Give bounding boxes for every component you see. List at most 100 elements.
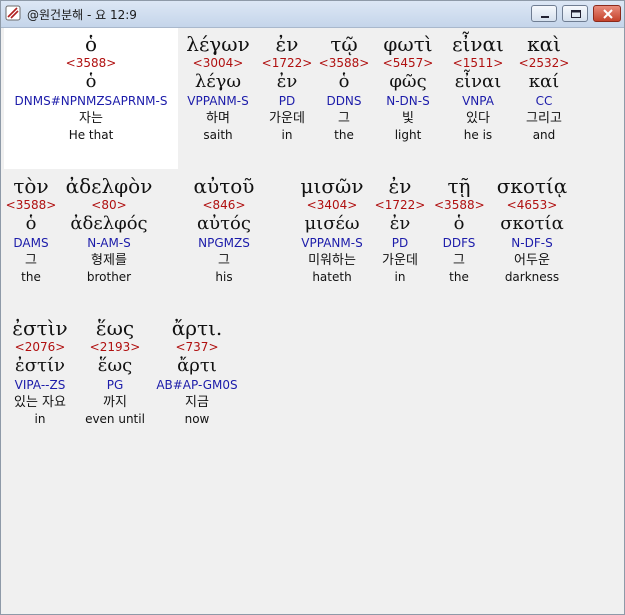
greek-word: τῷ [330, 32, 358, 56]
strong-number: <846> [202, 198, 246, 212]
strong-number: <1722> [261, 56, 313, 70]
app-icon [5, 5, 21, 21]
greek-word: ὁ [84, 32, 98, 56]
lemma: ἀδελφός [70, 213, 148, 234]
english-gloss: now [184, 412, 210, 426]
word-cell[interactable]: ἐν <1722> ἐν PD 가운데 in [258, 32, 316, 143]
word-cell[interactable]: τῇ <3588> ὁ DDFS 그 the [434, 174, 485, 285]
strong-number: <3004> [192, 56, 244, 70]
word-cell[interactable]: τὸν <3588> ὁ DAMS 그 the [4, 174, 58, 285]
greek-word: καὶ [527, 32, 561, 56]
lemma: εἶναι [454, 71, 502, 92]
korean-gloss: 있다 [466, 111, 490, 126]
korean-gloss: 미워하는 [308, 253, 356, 268]
korean-gloss: 가운데 [269, 111, 305, 126]
parsing-code: CC [535, 94, 553, 108]
greek-word: φωτὶ [383, 32, 433, 56]
minimize-button[interactable] [531, 5, 557, 22]
strong-number: <3588> [65, 56, 117, 70]
korean-gloss: 그 [25, 253, 37, 268]
parsing-code: N-AM-S [87, 236, 131, 250]
parsing-code: DNMS#NPNMZSAPRNM-S [14, 94, 168, 108]
lemma: σκοτία [500, 213, 564, 234]
greek-word: μισῶν [300, 174, 364, 198]
lemma: ὁ [85, 71, 97, 92]
strong-number: <2532> [518, 56, 570, 70]
window-title: @원건분해 - 요 12:9 [27, 8, 137, 22]
greek-word: τὸν [13, 174, 49, 198]
lemma: ὁ [25, 213, 37, 234]
word-cell[interactable]: λέγων <3004> λέγω VPPANM-S 하며 saith [179, 32, 257, 143]
strong-number: <3588> [5, 198, 57, 212]
greek-word: ἐστὶν [12, 316, 68, 340]
close-icon [603, 9, 613, 19]
maximize-button[interactable] [562, 5, 588, 22]
greek-word: ἄρτι. [171, 316, 223, 340]
interlinear-view[interactable]: ὁ <3588> ὁ DNMS#NPNMZSAPRNM-S 자는 He that… [2, 28, 623, 614]
korean-gloss: 하며 [206, 111, 230, 126]
lemma: μισέω [304, 213, 360, 234]
word-cell[interactable]: φωτὶ <5457> φῶς N-DN-S 빛 light [374, 32, 442, 143]
korean-gloss: 가운데 [382, 253, 418, 268]
parsing-code: PG [106, 378, 124, 392]
lemma: ἐστίν [15, 355, 65, 376]
title-bar[interactable]: @원건분해 - 요 12:9 [1, 1, 624, 28]
korean-gloss: 그 [218, 253, 230, 268]
word-cell[interactable]: αὐτοῦ <846> αὐτός NPGMZS 그 his [174, 174, 274, 285]
korean-gloss: 있는 자요 [14, 395, 66, 410]
lemma: ἐν [389, 213, 411, 234]
parsing-code: DAMS [13, 236, 49, 250]
word-cell[interactable]: ἄρτι. <737> ἄρτι AB#AP-GM0S 지금 now [154, 316, 240, 427]
parsing-code: VNPA [462, 94, 494, 108]
english-gloss: light [394, 128, 422, 142]
word-cell[interactable]: ἕως <2193> ἕως PG 까지 even until [80, 316, 150, 427]
greek-word: αὐτοῦ [193, 174, 255, 198]
strong-number: <1722> [374, 198, 426, 212]
greek-word: ἐν [388, 174, 412, 198]
parsing-code: VPPANM-S [301, 236, 363, 250]
maximize-icon [571, 10, 581, 18]
english-gloss: brother [86, 270, 132, 284]
strong-number: <1511> [452, 56, 504, 70]
greek-word: τῇ [447, 174, 471, 198]
greek-word: σκοτίᾳ [496, 174, 568, 198]
word-cell[interactable]: σκοτίᾳ <4653> σκοτία N-DF-S 어두운 darkness [492, 174, 572, 285]
parsing-code: DDFS [442, 236, 476, 250]
close-button[interactable] [593, 5, 621, 22]
lemma: λέγω [194, 71, 242, 92]
parsing-code: VPPANM-S [187, 94, 249, 108]
english-gloss: in [34, 412, 46, 426]
english-gloss: and [532, 128, 556, 142]
english-gloss: he is [463, 128, 493, 142]
strong-number: <5457> [382, 56, 434, 70]
lemma: ἕως [97, 355, 133, 376]
strong-number: <4653> [506, 198, 558, 212]
word-cell[interactable]: ὁ <3588> ὁ DNMS#NPNMZSAPRNM-S 자는 He that [4, 32, 178, 143]
english-gloss: hateth [312, 270, 352, 284]
parsing-code: DDNS [326, 94, 362, 108]
word-cell[interactable]: ἐστὶν <2076> ἐστίν VIPA--ZS 있는 자요 in [4, 316, 76, 427]
greek-word: ἐν [275, 32, 299, 56]
strong-number: <2193> [89, 340, 141, 354]
english-gloss: darkness [504, 270, 560, 284]
english-gloss: the [21, 270, 41, 284]
word-cell[interactable]: καὶ <2532> καί CC 그리고 and [514, 32, 574, 143]
strong-number: <3588> [318, 56, 370, 70]
korean-gloss: 어두운 [514, 253, 550, 268]
app-window: @원건분해 - 요 12:9 ὁ <3588> ὁ DNMS#NPNMZSAPR… [0, 0, 625, 615]
english-gloss: saith [203, 128, 233, 142]
korean-gloss: 그 [453, 253, 465, 268]
word-cell[interactable]: εἶναι <1511> εἶναι VNPA 있다 he is [443, 32, 513, 143]
greek-word: λέγων [186, 32, 250, 56]
parsing-code: NPGMZS [198, 236, 250, 250]
word-cell[interactable]: ἐν <1722> ἐν PD 가운데 in [374, 174, 426, 285]
word-cell[interactable]: μισῶν <3404> μισέω VPPANM-S 미워하는 hateth [291, 174, 373, 285]
korean-gloss: 자는 [79, 111, 103, 126]
strong-number: <3588> [434, 198, 485, 212]
word-cell[interactable]: ἀδελφὸν <80> ἀδελφός N-AM-S 형제를 brother [59, 174, 159, 285]
korean-gloss: 형제를 [91, 253, 127, 268]
strong-number: <2076> [14, 340, 66, 354]
word-cell[interactable]: τῷ <3588> ὁ DDNS 그 the [317, 32, 371, 143]
parsing-code: AB#AP-GM0S [156, 378, 238, 392]
parsing-code: N-DN-S [386, 94, 430, 108]
